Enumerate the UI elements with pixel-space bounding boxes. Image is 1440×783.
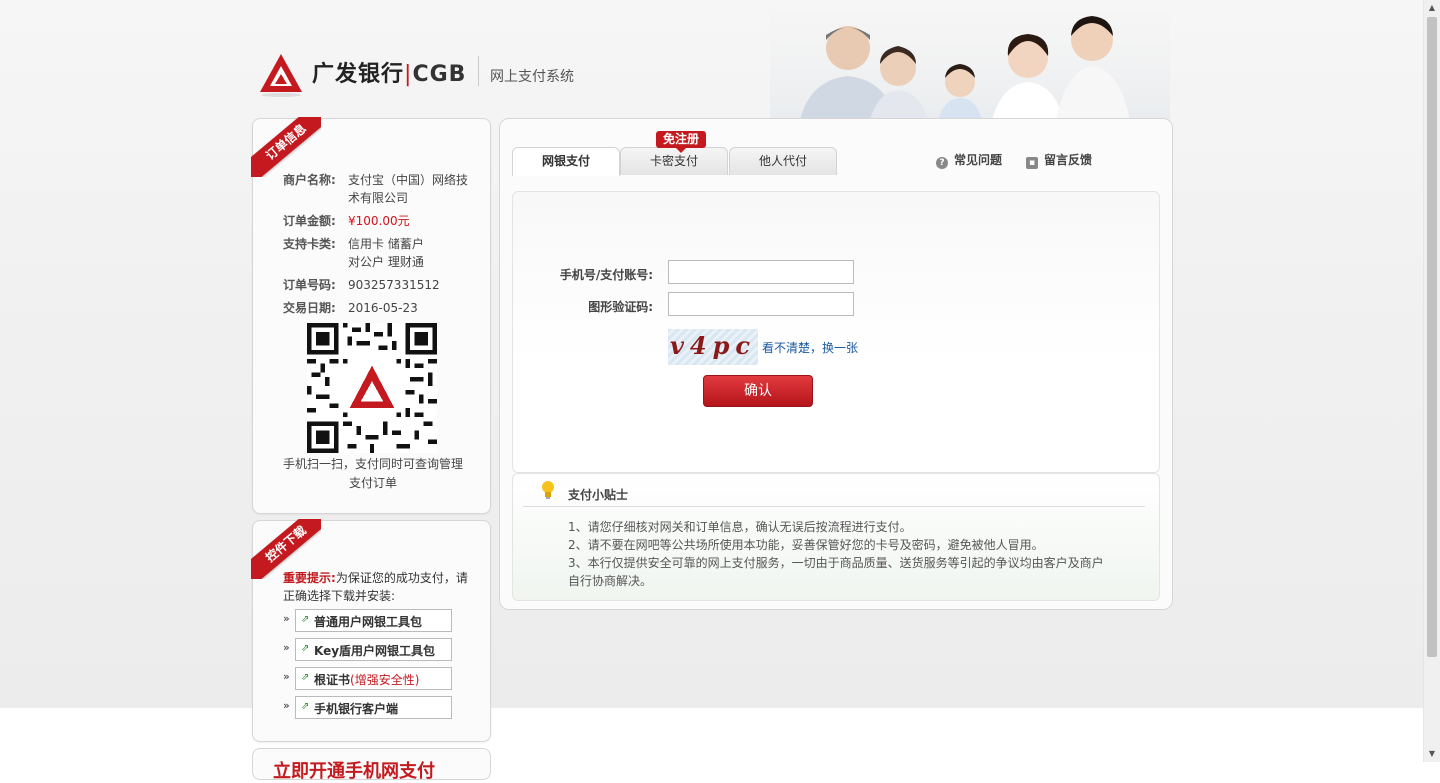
qr-caption: 手机扫一扫，支付同时可查询管理支付订单 <box>283 457 464 490</box>
amount-value: ¥100.00元 <box>348 214 410 228</box>
double-chevron-icon: » <box>283 699 290 712</box>
faq-link[interactable]: ? 常见问题 <box>936 151 1002 169</box>
external-link-icon: ⇗ <box>301 614 310 625</box>
payment-panel: 网银支付 卡密支付 他人代付 免注册 ? 常见问题 ▪ 留言反馈 手机号/支付账号:… <box>499 118 1173 610</box>
download-tip: 重要提示:为保证您的成功支付，请正确选择下载并安装: <box>283 571 468 603</box>
scroll-down-arrow-icon[interactable]: ▼ <box>1424 746 1440 762</box>
tips-divider <box>523 506 1145 507</box>
header-divider <box>478 56 479 86</box>
double-chevron-icon: » <box>283 670 290 683</box>
tab-online-banking[interactable]: 网银支付 <box>512 147 620 176</box>
tip-item: 2、请不要在网吧等公共场所使用本功能，妥善保管好您的卡号及密码，避免被他人冒用。 <box>568 538 1044 552</box>
tab-card-password[interactable]: 卡密支付 <box>620 147 728 175</box>
order-info-ribbon: 订单信息 <box>251 117 321 177</box>
download-item-key[interactable]: » ⇗ Key盾用户网银工具包 <box>283 638 453 661</box>
download-item-mobile[interactable]: » ⇗ 手机银行客户端 <box>283 696 453 719</box>
external-link-icon: ⇗ <box>301 701 310 712</box>
cgb-logo-icon <box>260 54 302 97</box>
double-chevron-icon: » <box>283 641 290 654</box>
message-icon: ▪ <box>1026 157 1038 169</box>
order-info-panel: 订单信息 商户名称: 支付宝（中国）网络技术有限公司 订单金额: ¥100.00… <box>251 117 491 514</box>
question-icon: ? <box>936 157 948 169</box>
system-title: 网上支付系统 <box>490 69 574 85</box>
brand-name: 广发银行|CGB <box>312 62 467 87</box>
confirm-button[interactable]: 确认 <box>703 375 813 407</box>
captcha-input[interactable] <box>668 292 854 316</box>
lightbulb-icon <box>542 481 554 499</box>
scroll-up-arrow-icon[interactable]: ▲ <box>1424 0 1440 16</box>
captcha-refresh-link[interactable]: 看不清楚，换一张 <box>762 339 858 356</box>
tips-title: 支付小贴士 <box>568 488 629 502</box>
amount-label: 订单金额: <box>283 214 336 228</box>
merchant-label: 商户名称: <box>283 173 336 187</box>
qr-code-image <box>307 323 437 453</box>
mobile-pay-title: 立即开通手机网支付 <box>273 761 435 782</box>
order-number-value: 903257331512 <box>348 278 440 292</box>
card-types-label: 支持卡类: <box>283 237 336 251</box>
tips-list: 1、请您仔细核对网关和订单信息，确认无误后按流程进行支付。 2、请不要在网吧等公… <box>568 518 1128 590</box>
download-item-root-cert[interactable]: » ⇗ 根证书(增强安全性) <box>283 667 453 690</box>
mobile-pay-panel: 立即开通手机网支付 <box>252 748 491 782</box>
tab-proxy-payment[interactable]: 他人代付 <box>729 147 837 175</box>
double-chevron-icon: » <box>283 612 290 625</box>
account-label: 手机号/支付账号: <box>559 268 653 282</box>
card-types-value: 信用卡 储蓄户 对公户 理财通 <box>348 237 424 269</box>
scroll-thumb[interactable] <box>1427 17 1437 657</box>
vertical-scrollbar[interactable]: ▲ ▼ <box>1423 0 1440 762</box>
trade-date-label: 交易日期: <box>283 301 336 315</box>
feedback-link[interactable]: ▪ 留言反馈 <box>1026 151 1092 169</box>
merchant-value: 支付宝（中国）网络技术有限公司 <box>348 173 469 205</box>
captcha-label: 图形验证码: <box>588 300 653 314</box>
payment-tips: 支付小贴士 1、请您仔细核对网关和订单信息，确认无误后按流程进行支付。 2、请不… <box>512 473 1160 601</box>
page-footer-area <box>0 708 1424 762</box>
external-link-icon: ⇗ <box>301 643 310 654</box>
no-registration-badge: 免注册 <box>656 131 706 153</box>
trade-date-value: 2016-05-23 <box>348 301 418 315</box>
account-input[interactable] <box>668 260 854 284</box>
family-banner-image <box>770 0 1170 120</box>
external-link-icon: ⇗ <box>301 672 310 683</box>
tip-item: 1、请您仔细核对网关和订单信息，确认无误后按流程进行支付。 <box>568 520 912 534</box>
tip-item: 3、本行仅提供安全可靠的网上支付服务，一切由于商品质量、送货服务等引起的争议均由… <box>568 556 1104 588</box>
download-item-standard[interactable]: » ⇗ 普通用户网银工具包 <box>283 609 453 632</box>
payment-form: 手机号/支付账号: 图形验证码: v4pc 看不清楚，换一张 确认 <box>512 191 1160 473</box>
order-number-label: 订单号码: <box>283 278 336 292</box>
download-panel: 控件下载 重要提示:为保证您的成功支付，请正确选择下载并安装: » ⇗ 普通用户… <box>251 519 491 742</box>
captcha-image[interactable]: v4pc <box>668 329 758 365</box>
